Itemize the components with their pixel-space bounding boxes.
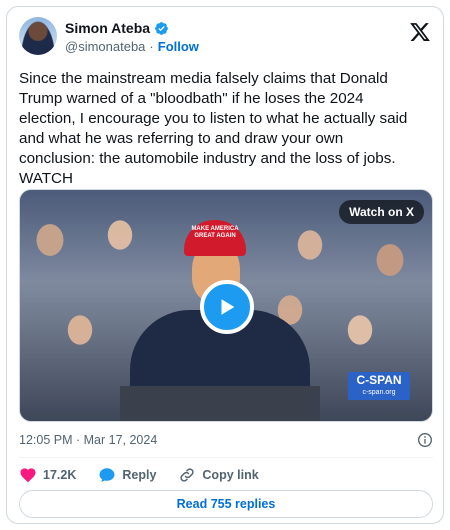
like-count: 17.2K <box>43 468 77 482</box>
reply-bubble-icon <box>99 468 115 483</box>
reply-button[interactable]: Reply <box>98 466 156 484</box>
tweet-text: Since the mainstream media falsely claim… <box>19 70 408 187</box>
reply-label: Reply <box>122 468 157 482</box>
copy-link-button[interactable]: Copy link <box>178 466 259 484</box>
cspan-watermark: C-SPAN c-span.org <box>348 372 410 400</box>
info-icon[interactable] <box>417 432 433 448</box>
verified-badge-icon <box>155 21 168 35</box>
author-handle-row: @simonateba · Follow <box>65 39 199 54</box>
watch-on-x-button[interactable]: Watch on X <box>339 200 424 224</box>
read-replies-button[interactable]: Read 755 replies <box>19 490 433 518</box>
avatar[interactable] <box>19 17 57 55</box>
author-name-row: Simon Ateba <box>65 20 169 36</box>
heart-icon <box>20 468 36 483</box>
play-button[interactable] <box>200 280 254 334</box>
follow-button[interactable]: Follow <box>158 39 199 54</box>
separator-dot: · <box>149 39 154 54</box>
cspan-url: c-span.org <box>362 389 396 396</box>
like-button[interactable]: 17.2K <box>19 466 76 484</box>
author-name[interactable]: Simon Ateba <box>65 20 150 36</box>
timestamp[interactable]: 12:05 PM · Mar 17, 2024 <box>19 433 157 447</box>
hat-text: MAKE AMERICA GREAT AGAIN <box>191 226 239 239</box>
tweet-meta: 12:05 PM · Mar 17, 2024 <box>19 431 433 451</box>
tweet-header: Simon Ateba @simonateba · Follow <box>19 17 431 61</box>
divider <box>19 457 433 458</box>
link-icon <box>180 468 195 482</box>
action-bar: 17.2K Reply Copy link <box>19 463 259 487</box>
copy-link-label: Copy link <box>202 468 259 482</box>
author-handle[interactable]: @simonateba <box>65 39 145 54</box>
tweet-card: Simon Ateba @simonateba · Follow Since t… <box>6 6 444 524</box>
video-player[interactable]: MAKE AMERICA GREAT AGAIN Watch on X C-SP… <box>19 189 433 422</box>
play-icon <box>221 299 235 315</box>
cspan-logo-text: C-SPAN <box>356 373 402 387</box>
podium <box>120 386 320 421</box>
x-logo-icon[interactable] <box>409 21 431 43</box>
